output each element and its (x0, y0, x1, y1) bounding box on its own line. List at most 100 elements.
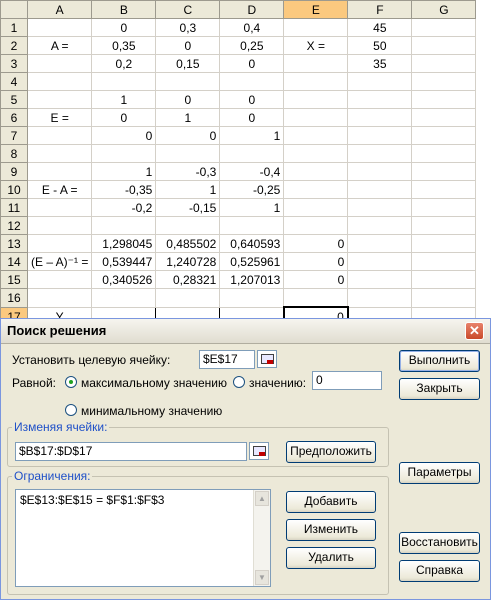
cell-c15[interactable]: 0,28321 (155, 270, 221, 289)
cell-f4[interactable] (347, 72, 413, 91)
constraint-item[interactable]: $E$13:$E$15 = $F$1:$F$3 (20, 493, 164, 507)
cell-b16[interactable] (91, 288, 157, 308)
value-field[interactable]: 0 (312, 371, 382, 390)
cell-f8[interactable] (347, 144, 413, 163)
cell-c1[interactable]: 0,3 (155, 18, 221, 37)
cell-b12[interactable] (91, 216, 157, 235)
cell-c13[interactable]: 0,485502 (155, 234, 221, 253)
cell-e15[interactable]: 0 (283, 270, 349, 289)
row-header-7[interactable]: 7 (0, 126, 28, 145)
cell-b14[interactable]: 0,539447 (91, 252, 157, 271)
radio-min-label[interactable]: минимальному значению (81, 404, 222, 418)
cell-b6[interactable]: 0 (91, 108, 157, 127)
cell-e10[interactable] (283, 180, 349, 199)
radio-max[interactable] (65, 376, 77, 388)
cell-b15[interactable]: 0,340526 (91, 270, 157, 289)
cell-d6[interactable]: 0 (219, 108, 285, 127)
cell-e17[interactable]: 0 (282, 306, 349, 318)
cell-f1[interactable]: 45 (347, 18, 413, 37)
cell-g10[interactable] (411, 180, 477, 199)
cell-a1[interactable] (26, 18, 93, 37)
cell-g7[interactable] (411, 126, 477, 145)
cell-g6[interactable] (411, 108, 477, 127)
cell-d4[interactable] (219, 72, 285, 91)
cell-g1[interactable] (411, 18, 477, 37)
row-header-8[interactable]: 8 (0, 144, 28, 163)
guess-button[interactable]: Предположить (286, 441, 376, 463)
cell-c16[interactable] (155, 288, 221, 308)
cell-d9[interactable]: -0,4 (219, 162, 285, 181)
cell-f16[interactable] (347, 288, 413, 308)
cell-c2[interactable]: 0 (155, 36, 221, 55)
cell-c7[interactable]: 0 (155, 126, 221, 145)
cell-a11[interactable] (26, 198, 93, 217)
cell-g16[interactable] (411, 288, 477, 308)
cell-a6[interactable]: E = (26, 108, 93, 127)
changing-cells-field[interactable]: $B$17:$D$17 (15, 442, 247, 461)
row-header-15[interactable]: 15 (0, 270, 28, 289)
cell-g9[interactable] (411, 162, 477, 181)
cell-d13[interactable]: 0,640593 (219, 234, 285, 253)
cell-e3[interactable] (283, 54, 349, 73)
cell-c5[interactable]: 0 (155, 90, 221, 109)
row-header-4[interactable]: 4 (0, 72, 28, 91)
column-header-c[interactable]: C (155, 0, 221, 19)
row-header-13[interactable]: 13 (0, 234, 28, 253)
column-header-b[interactable]: B (91, 0, 157, 19)
cell-e13[interactable]: 0 (283, 234, 349, 253)
cell-g11[interactable] (411, 198, 477, 217)
cell-e4[interactable] (283, 72, 349, 91)
spreadsheet-grid[interactable]: A B C D E F G 1 0 0,3 0,4 45 2 A = 0,35 0 0,25 X = 50 3 0,2 0… (0, 0, 491, 318)
cell-a7[interactable] (26, 126, 93, 145)
cell-a13[interactable] (26, 234, 93, 253)
row-header-3[interactable]: 3 (0, 54, 28, 73)
cell-e11[interactable] (283, 198, 349, 217)
cell-d11[interactable]: 1 (219, 198, 285, 217)
cell-e14[interactable]: 0 (283, 252, 349, 271)
cell-a16[interactable] (26, 288, 93, 308)
row-header-17[interactable]: 17 (0, 306, 28, 318)
cell-a4[interactable] (26, 72, 93, 91)
radio-max-label[interactable]: максимальному значению (81, 376, 227, 390)
cell-a8[interactable] (26, 144, 93, 163)
constraints-list[interactable]: $E$13:$E$15 = $F$1:$F$3 ▲ ▼ (15, 489, 271, 587)
cell-a12[interactable] (26, 216, 93, 235)
cell-c12[interactable] (155, 216, 221, 235)
cell-f12[interactable] (347, 216, 413, 235)
cell-f14[interactable] (347, 252, 413, 271)
radio-value-label[interactable]: значению: (249, 376, 306, 390)
cell-b9[interactable]: 1 (91, 162, 157, 181)
cell-b17[interactable] (91, 306, 157, 318)
select-all-corner[interactable] (0, 0, 28, 19)
cell-b1[interactable]: 0 (91, 18, 157, 37)
cell-e6[interactable] (283, 108, 349, 127)
cell-c14[interactable]: 1,240728 (155, 252, 221, 271)
cell-e2[interactable]: X = (283, 36, 349, 55)
cell-g5[interactable] (411, 90, 477, 109)
cell-a17[interactable]: Y (26, 306, 93, 318)
radio-value[interactable] (233, 376, 245, 388)
cell-e8[interactable] (283, 144, 349, 163)
cell-b2[interactable]: 0,35 (91, 36, 157, 55)
cell-f10[interactable] (347, 180, 413, 199)
cell-c10[interactable]: 1 (155, 180, 221, 199)
cell-e12[interactable] (283, 216, 349, 235)
cell-b13[interactable]: 1,298045 (91, 234, 157, 253)
row-header-1[interactable]: 1 (0, 18, 28, 37)
help-button[interactable]: Справка (399, 560, 480, 582)
cell-c17[interactable] (155, 306, 221, 318)
cell-e5[interactable] (283, 90, 349, 109)
cell-b3[interactable]: 0,2 (91, 54, 157, 73)
cell-b8[interactable] (91, 144, 157, 163)
cell-g2[interactable] (411, 36, 477, 55)
delete-button[interactable]: Удалить (286, 547, 376, 569)
scroll-up-icon[interactable]: ▲ (255, 491, 269, 506)
change-button[interactable]: Изменить (286, 519, 376, 541)
row-header-12[interactable]: 12 (0, 216, 28, 235)
cell-d8[interactable] (219, 144, 285, 163)
cell-f15[interactable] (347, 270, 413, 289)
cell-g17[interactable] (411, 306, 477, 318)
cell-d15[interactable]: 1,207013 (219, 270, 285, 289)
cell-a5[interactable] (26, 90, 93, 109)
cell-e7[interactable] (283, 126, 349, 145)
